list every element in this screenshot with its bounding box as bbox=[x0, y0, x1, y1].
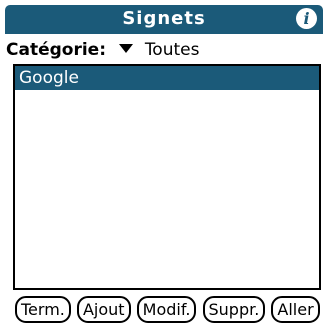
delete-button[interactable]: Suppr. bbox=[202, 296, 266, 323]
bookmark-list[interactable]: Google bbox=[13, 64, 321, 290]
info-icon[interactable]: i bbox=[296, 8, 317, 29]
list-item-google[interactable]: Google bbox=[15, 66, 319, 90]
go-button[interactable]: Aller bbox=[271, 296, 320, 323]
category-dropdown[interactable]: Toutes bbox=[119, 40, 199, 60]
category-selected-value: Toutes bbox=[144, 40, 200, 60]
list-item-label: Google bbox=[19, 68, 79, 88]
done-button[interactable]: Term. bbox=[15, 296, 71, 323]
category-row: Catégorie: Toutes bbox=[6, 38, 199, 62]
title-bar: Signets i bbox=[5, 5, 323, 32]
edit-button[interactable]: Modif. bbox=[136, 296, 197, 323]
button-bar: Term. Ajout Modif. Suppr. Aller bbox=[15, 296, 321, 323]
category-label: Catégorie: bbox=[6, 40, 106, 60]
add-button[interactable]: Ajout bbox=[76, 296, 131, 323]
app-title: Signets bbox=[122, 8, 206, 29]
triangle-down-icon bbox=[119, 43, 134, 53]
bookmarks-screen: Signets i Catégorie: Toutes Google Term.… bbox=[0, 0, 329, 331]
title-underline bbox=[5, 32, 323, 34]
